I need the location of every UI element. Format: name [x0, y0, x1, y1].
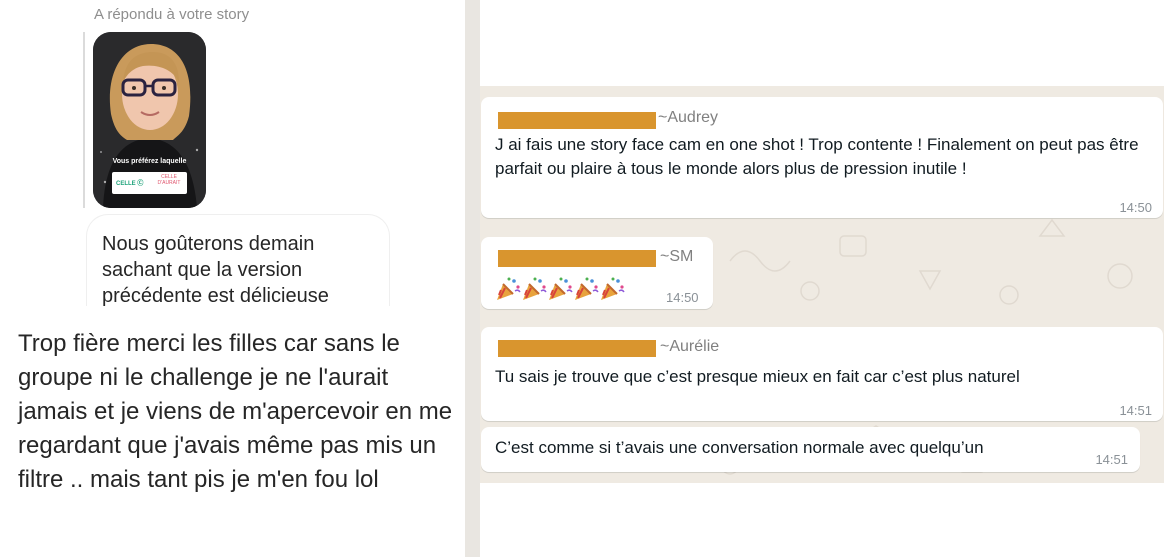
sender-name: ~SM [660, 248, 694, 265]
replied-to-story-label: A répondu à votre story [94, 6, 250, 23]
story-poll-question: Vous préférez laquelle [112, 158, 187, 165]
message-text: C’est comme si t’avais une conversation … [495, 438, 984, 457]
sender-name: ~Aurélie [660, 338, 720, 355]
redacted-phone-number [498, 112, 656, 129]
message-bubble-2[interactable]: ~SM 14:50 [481, 237, 713, 309]
message-bubble-1[interactable]: ~Audrey J ai fais une story face cam en … [481, 97, 1163, 218]
party-popper-icon [549, 277, 573, 300]
story-reply-bar [83, 32, 85, 208]
message-bubble: Nous goûterons demain sachant que la ver… [86, 214, 390, 306]
party-popper-icon [523, 277, 547, 300]
message-timestamp: 14:51 [1119, 403, 1152, 418]
caption-text: Trop fière merci les filles car sans le … [18, 330, 453, 493]
redacted-phone-number [498, 340, 656, 357]
poll-option-1: CELLE Ⓒ [116, 181, 144, 187]
sender-name: ~Audrey [658, 109, 719, 126]
message-timestamp: 14:51 [1095, 452, 1128, 467]
message-text: J ai fais une story face cam en one shot… [495, 135, 1139, 178]
story-thumbnail[interactable]: Vous préférez laquelle CELLE Ⓒ CELLE D'A… [93, 32, 206, 208]
message-bubble-3[interactable]: ~Aurélie Tu sais je trouve que c’est pre… [481, 327, 1163, 421]
instagram-dm-panel: A répondu à votre story Vous préférez la… [0, 0, 465, 557]
message-timestamp: 14:50 [666, 290, 699, 305]
party-popper-icon [575, 277, 599, 300]
panel-divider [465, 0, 480, 557]
message-text: Tu sais je trouve que c’est presque mieu… [495, 367, 1020, 386]
redacted-phone-number [498, 250, 656, 267]
party-popper-icon [497, 277, 521, 300]
whatsapp-chat-panel: ~Audrey J ai fais une story face cam en … [480, 0, 1164, 557]
message-bubble-4[interactable]: C’est comme si t’avais une conversation … [481, 427, 1140, 472]
story-poll-sticker: CELLE Ⓒ CELLE D'AURAIT [112, 172, 187, 194]
message-timestamp: 14:50 [1119, 200, 1152, 215]
party-popper-icon [601, 277, 625, 300]
message-text: Nous goûterons demain sachant que la ver… [102, 233, 329, 306]
poll-option-2: CELLE D'AURAIT [157, 174, 181, 186]
